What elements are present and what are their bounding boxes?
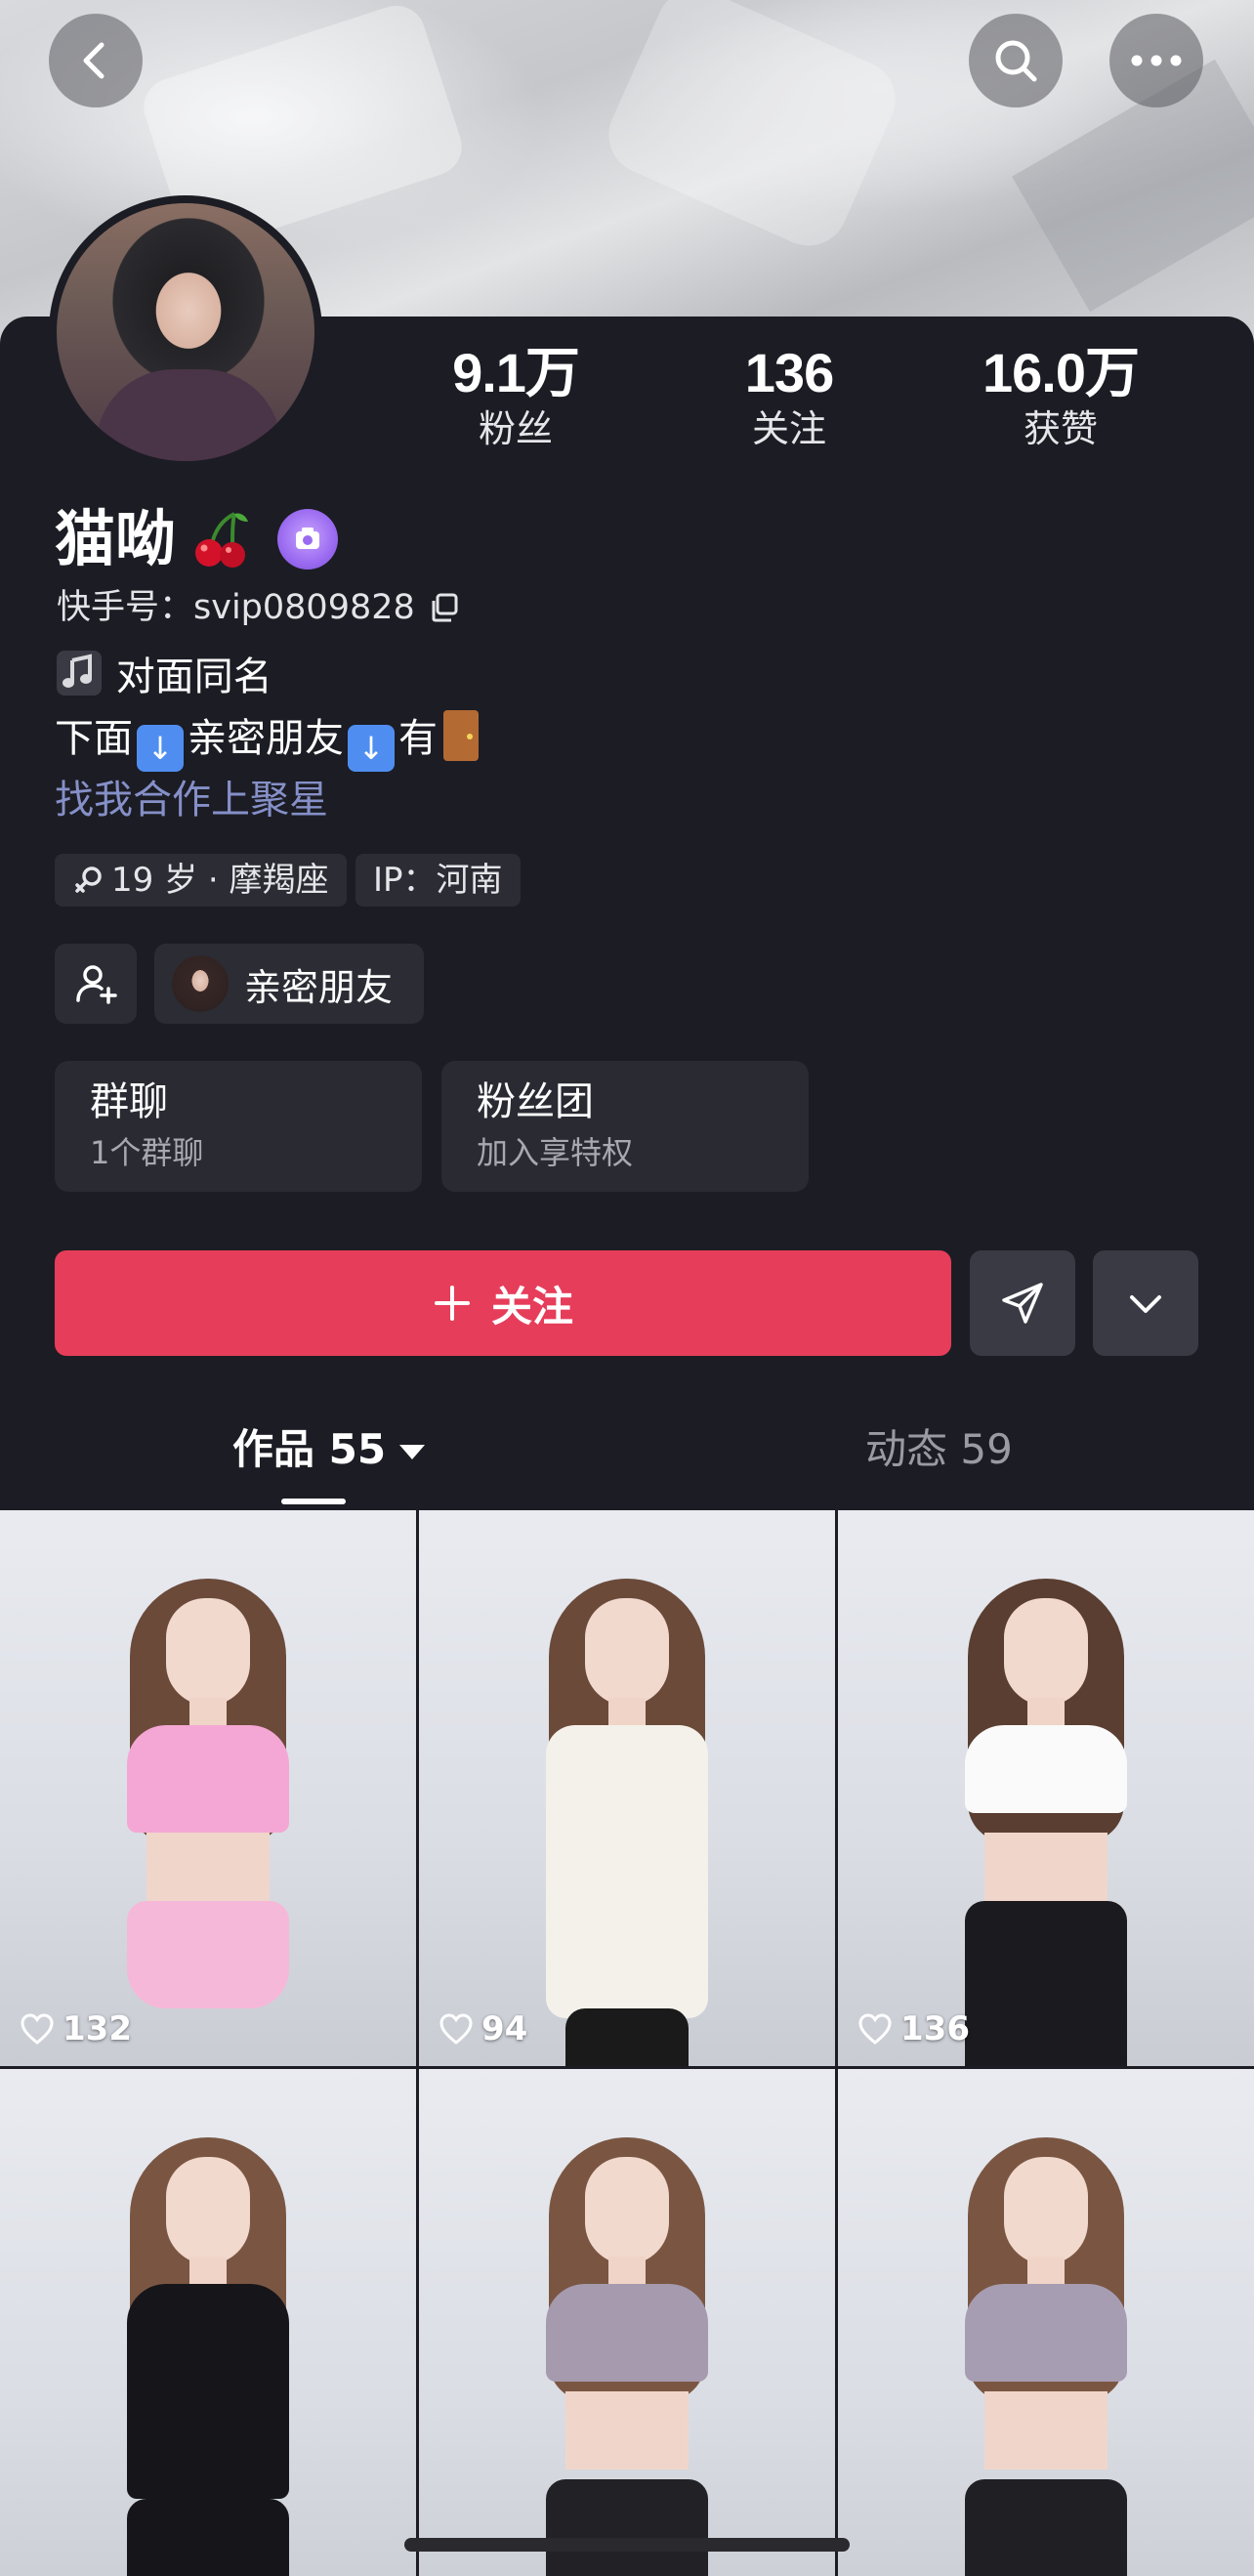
ip-tag: IP：河南 xyxy=(355,854,521,907)
arrow-down-emoji-icon: ↓ xyxy=(137,725,184,772)
video-thumbnail[interactable] xyxy=(419,2069,835,2576)
group-chat-card[interactable]: 群聊 1个群聊 xyxy=(55,1061,422,1192)
close-friends-button[interactable]: 亲密朋友 xyxy=(154,944,424,1024)
expand-recommendations-button[interactable] xyxy=(1093,1250,1198,1356)
back-icon xyxy=(83,42,104,79)
heart-icon xyxy=(439,2013,473,2045)
stat-likes[interactable]: 16.0万 获赞 xyxy=(963,342,1158,453)
age-text: 19 岁 · 摩羯座 xyxy=(111,861,329,900)
search-icon xyxy=(995,40,1037,82)
fan-club-title: 粉丝团 xyxy=(477,1079,594,1124)
stat-following[interactable]: 136 关注 xyxy=(691,342,887,453)
caret-down-icon xyxy=(399,1444,426,1459)
like-count-value: 132 xyxy=(63,2009,132,2048)
heart-icon xyxy=(858,2013,892,2045)
stat-value: 9.1万 xyxy=(452,342,580,403)
stat-value: 16.0万 xyxy=(982,342,1140,403)
like-count: 136 xyxy=(857,2009,970,2048)
chevron-down-icon xyxy=(1130,1295,1161,1313)
heart-icon xyxy=(21,2013,54,2045)
group-chat-count: 1个群聊 xyxy=(90,1134,204,1171)
plus-icon xyxy=(434,1286,470,1321)
bio-link[interactable]: 找我合作上聚星 xyxy=(55,773,328,827)
group-chat-title: 群聊 xyxy=(90,1079,168,1124)
tab-works-label: 作品 55 xyxy=(232,1425,387,1473)
video-thumbnail[interactable] xyxy=(838,2069,1254,2576)
tab-works[interactable]: 作品 55 xyxy=(232,1418,426,1481)
video-thumbnail[interactable] xyxy=(0,2069,416,2576)
arrow-down-emoji-icon: ↓ xyxy=(348,725,395,772)
send-icon xyxy=(1002,1283,1043,1324)
tab-dynamics-label: 动态 59 xyxy=(865,1425,1013,1473)
send-message-button[interactable] xyxy=(970,1250,1075,1356)
home-indicator[interactable] xyxy=(404,2538,850,2552)
more-icon xyxy=(1131,55,1182,66)
search-button[interactable] xyxy=(969,14,1063,107)
follow-label: 关注 xyxy=(490,1282,573,1330)
kuaishou-id: 快手号：svip0809828 xyxy=(57,588,415,627)
video-thumbnail[interactable]: 132 xyxy=(0,1510,416,2066)
verified-badge[interactable] xyxy=(277,509,339,570)
profile-page: 9.1万 粉丝 136 关注 16.0万 获赞 猫呦 快手号：svip08098… xyxy=(0,0,1254,2576)
verified-badge-icon xyxy=(296,528,320,549)
like-count-value: 94 xyxy=(481,2009,528,2048)
tab-active-indicator xyxy=(281,1499,346,1504)
music-note-icon xyxy=(57,651,102,696)
stat-label: 获赞 xyxy=(1023,407,1098,450)
friend-avatar xyxy=(172,955,229,1012)
more-options-button[interactable] xyxy=(1109,14,1203,107)
video-grid: 132 94 136 xyxy=(0,1510,1254,2576)
back-button[interactable] xyxy=(49,14,143,107)
follow-button[interactable]: 关注 xyxy=(55,1250,951,1356)
fan-club-card[interactable]: 粉丝团 加入享特权 xyxy=(441,1061,809,1192)
profile-name: 猫呦 xyxy=(55,503,177,574)
like-count-value: 136 xyxy=(900,2009,970,2048)
video-thumbnail[interactable]: 94 xyxy=(419,1510,835,2066)
video-thumbnail[interactable]: 136 xyxy=(838,1510,1254,2066)
bio-line: 对面同名 xyxy=(55,649,272,704)
female-icon xyxy=(75,866,102,893)
tab-dynamics[interactable]: 动态 59 xyxy=(865,1418,1013,1481)
stat-label: 粉丝 xyxy=(478,407,553,450)
bio-text: 亲密朋友 xyxy=(188,716,344,761)
avatar-image xyxy=(57,203,314,461)
ip-text: IP：河南 xyxy=(373,861,503,900)
stat-fans[interactable]: 9.1万 粉丝 xyxy=(418,342,613,453)
like-count: 132 xyxy=(20,2009,132,2048)
like-count: 94 xyxy=(439,2009,527,2048)
cherry-emoji-icon xyxy=(195,512,249,568)
bio-line: 下面 ↓ 亲密朋友 ↓ 有 xyxy=(55,710,479,772)
add-friend-icon xyxy=(76,965,117,1004)
avatar[interactable] xyxy=(49,195,322,469)
stat-label: 关注 xyxy=(751,407,826,450)
close-friends-label: 亲密朋友 xyxy=(244,965,394,1009)
name-row: 猫呦 xyxy=(55,500,339,578)
copy-icon[interactable] xyxy=(429,592,460,623)
bio-text: 对面同名 xyxy=(115,655,272,699)
add-friend-button[interactable] xyxy=(55,944,137,1024)
stat-value: 136 xyxy=(744,342,834,403)
bio-text: 下面 xyxy=(55,716,133,761)
age-tag: 19 岁 · 摩羯座 xyxy=(55,854,347,907)
kuaishou-id-row[interactable]: 快手号：svip0809828 xyxy=(57,584,460,631)
banner-texture xyxy=(596,0,908,259)
door-emoji-icon xyxy=(443,710,479,761)
bio-text: 有 xyxy=(398,716,438,761)
fan-club-sub: 加入享特权 xyxy=(477,1134,634,1171)
